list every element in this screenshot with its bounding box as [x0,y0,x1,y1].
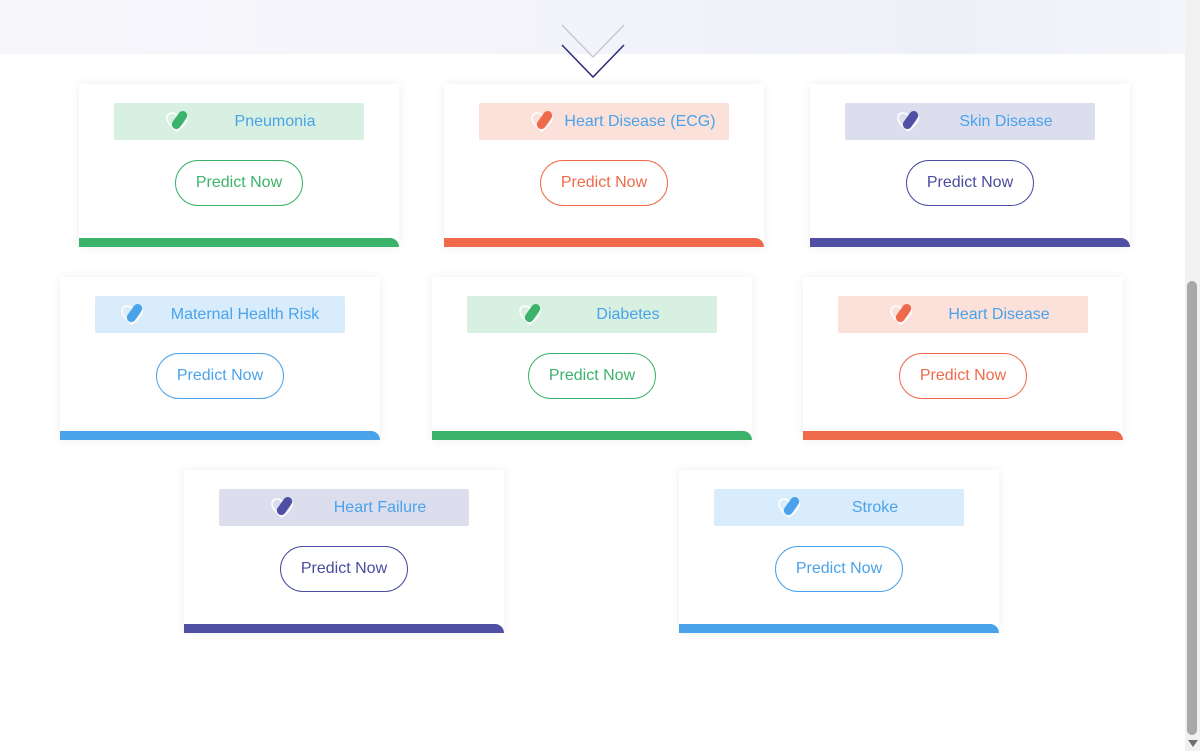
predict-now-button[interactable]: Predict Now [175,160,303,206]
card-tag: Diabetes [467,296,717,333]
card-accent-bar [60,431,380,440]
predict-now-button[interactable]: Predict Now [899,353,1027,399]
card-tag: Heart Disease [838,296,1088,333]
card-accent-bar [444,238,764,247]
predict-now-button[interactable]: Predict Now [775,546,903,592]
disease-card-heart-disease: Heart Disease Predict Now [803,277,1123,440]
card-tag: Skin Disease [845,103,1095,140]
vertical-scrollbar[interactable] [1185,0,1200,751]
card-accent-bar [803,431,1123,440]
card-accent-bar [184,624,504,633]
disease-card-skin-disease: Skin Disease Predict Now [810,84,1130,247]
predict-now-button[interactable]: Predict Now [528,353,656,399]
card-tag: Heart Failure [219,489,469,526]
card-accent-bar [79,238,399,247]
predict-now-button[interactable]: Predict Now [540,160,668,206]
card-title: Diabetes [596,306,660,323]
card-title: Pneumonia [234,113,316,130]
scroll-down-arrow-icon[interactable] [1188,740,1198,747]
disease-card-stroke: Stroke Predict Now [679,470,999,633]
disease-card-pneumonia: Pneumonia Predict Now [79,84,399,247]
card-tag: Pneumonia [114,103,364,140]
predict-now-button[interactable]: Predict Now [906,160,1034,206]
predict-now-button[interactable]: Predict Now [280,546,408,592]
card-accent-bar [679,624,999,633]
card-accent-bar [432,431,752,440]
card-title: Maternal Health Risk [170,306,320,323]
card-title: Stroke [851,499,899,516]
card-title: Heart Disease (ECG) [564,113,716,130]
card-tag: Heart Disease (ECG) [479,103,729,140]
card-tag: Stroke [714,489,964,526]
chevron-down-icon[interactable] [560,22,626,82]
predict-now-button[interactable]: Predict Now [156,353,284,399]
card-title: Heart Failure [333,499,427,516]
disease-card-heart-disease-ecg: Heart Disease (ECG) Predict Now [444,84,764,247]
disease-card-heart-failure: Heart Failure Predict Now [184,470,504,633]
disease-card-maternal-health-risk: Maternal Health Risk Predict Now [60,277,380,440]
card-tag: Maternal Health Risk [95,296,345,333]
page: Pneumonia Predict Now Heart Disease (ECG… [0,0,1200,751]
card-title: Heart Disease [948,306,1050,323]
card-accent-bar [810,238,1130,247]
disease-card-diabetes: Diabetes Predict Now [432,277,752,440]
card-title: Skin Disease [959,113,1053,130]
scrollbar-thumb[interactable] [1187,281,1197,735]
